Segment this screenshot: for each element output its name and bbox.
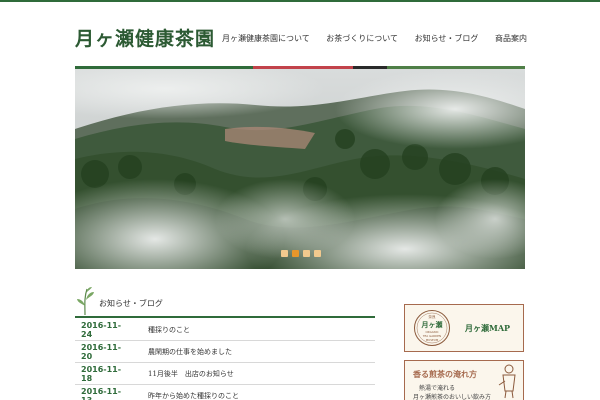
top-accent-line (0, 0, 600, 2)
brewing-guide-line-1: 熱湯で淹れる (419, 385, 456, 392)
news-date: 2016-11-20 (81, 342, 122, 361)
person-pouring-tea-icon (498, 364, 516, 399)
news-date: 2016-11-18 (81, 364, 122, 383)
news-date: 2016-11-24 (81, 320, 122, 339)
news-title[interactable]: 昨年から始めた種採りのこと (148, 391, 239, 400)
hero-image (75, 69, 525, 269)
nav-item-tea-making[interactable]: お茶づくりについて (326, 33, 398, 44)
news-list-item[interactable]: 2016-11-13 昨年から始めた種採りのこと (75, 385, 375, 400)
news-title[interactable]: 11月後半 出店のお知らせ (148, 369, 234, 379)
museum-stamp-logo: 奈良 月ヶ瀬 ORGANIC TEA GARDEN MUSEUM (414, 310, 450, 346)
nav-item-products[interactable]: 商品案内 (495, 33, 527, 44)
leaf-icon (77, 287, 94, 316)
slider-dots (281, 250, 321, 257)
stamp-region-text: 奈良 (428, 314, 436, 319)
news-list: 2016-11-24 種採りのこと 2016-11-20 農閑期の仕事を始めまし… (75, 319, 375, 400)
brewing-guide-line-2: 月ヶ瀬煎茶のおいしい飲み方 (413, 394, 492, 400)
brewing-guide-title: 香る煎茶の淹れ方 (413, 369, 477, 379)
news-section-title: お知らせ・ブログ (99, 299, 163, 308)
brewing-guide-banner[interactable]: 香る煎茶の淹れ方 熱湯で淹れる 月ヶ瀬煎茶のおいしい飲み方 (404, 360, 524, 400)
news-date: 2016-11-13 (81, 386, 122, 400)
slider-dot-2[interactable] (292, 250, 299, 257)
nav-item-news-blog[interactable]: お知らせ・ブログ (415, 33, 479, 44)
news-title[interactable]: 種採りのこと (148, 325, 190, 335)
map-banner[interactable]: 奈良 月ヶ瀬 ORGANIC TEA GARDEN MUSEUM 月ヶ瀬MAP (404, 304, 524, 352)
stamp-main-text: 月ヶ瀬 (421, 320, 443, 329)
news-list-item[interactable]: 2016-11-24 種採りのこと (75, 319, 375, 341)
slider-dot-1[interactable] (281, 250, 288, 257)
slider-dot-3[interactable] (303, 250, 310, 257)
site-logo[interactable]: 月ヶ瀬健康茶園 (75, 24, 215, 51)
stamp-sub-text-3: MUSEUM (426, 338, 439, 342)
news-list-item[interactable]: 2016-11-20 農閑期の仕事を始めました (75, 341, 375, 363)
news-title[interactable]: 農閑期の仕事を始めました (148, 347, 232, 357)
news-list-item[interactable]: 2016-11-18 11月後半 出店のお知らせ (75, 363, 375, 385)
slider-dot-4[interactable] (314, 250, 321, 257)
hero-slider[interactable] (75, 69, 525, 269)
nav-item-about[interactable]: 月ヶ瀬健康茶園について (222, 33, 310, 44)
news-section-header: お知らせ・ブログ (75, 286, 375, 318)
news-section-divider (75, 316, 375, 318)
map-banner-label: 月ヶ瀬MAP (465, 323, 511, 333)
main-nav: 月ヶ瀬健康茶園について お茶づくりについて お知らせ・ブログ 商品案内 (222, 33, 527, 44)
